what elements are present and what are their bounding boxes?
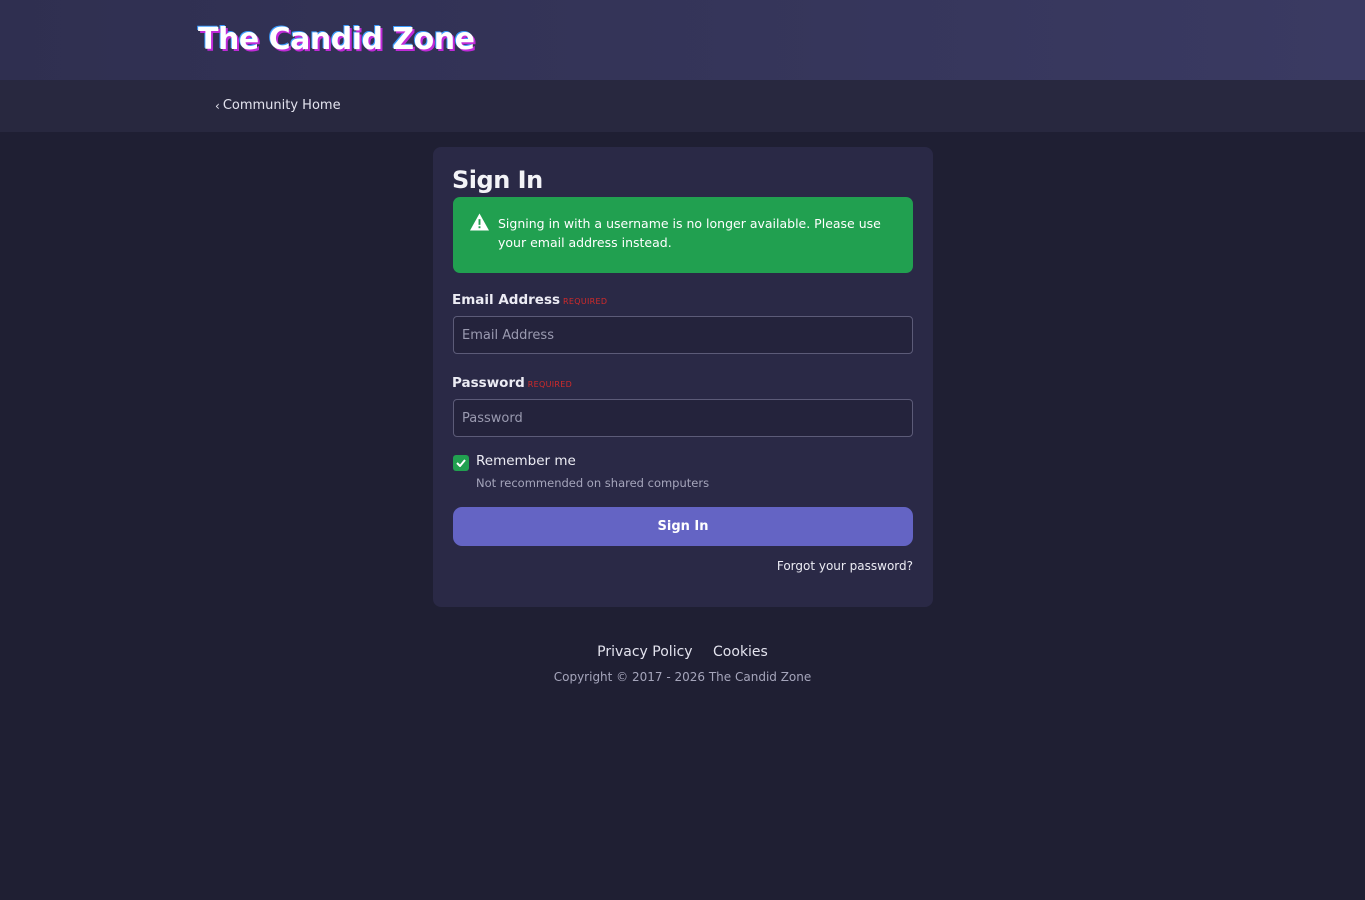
alert-message: Signing in with a username is no longer … — [498, 216, 881, 250]
sub-navigation-bar — [0, 80, 1365, 132]
site-logo[interactable]: The Candid Zone — [198, 22, 475, 57]
footer-links: Privacy Policy Cookies — [0, 644, 1365, 660]
warning-triangle-icon — [470, 213, 489, 231]
email-label: Email Address REQUIRED — [452, 292, 607, 308]
community-home-link[interactable]: ‹ Community Home — [215, 98, 341, 113]
email-label-text: Email Address — [452, 292, 561, 308]
email-required-badge: REQUIRED — [563, 297, 608, 306]
password-label: Password REQUIRED — [452, 375, 572, 391]
page-title: Sign In — [452, 166, 543, 194]
cookies-link[interactable]: Cookies — [713, 644, 768, 660]
remember-me-checkbox[interactable] — [453, 455, 469, 471]
email-field[interactable] — [453, 316, 913, 354]
privacy-policy-link[interactable]: Privacy Policy — [597, 644, 692, 660]
remember-me-label[interactable]: Remember me — [476, 453, 576, 469]
check-icon — [456, 459, 466, 467]
forgot-password-link[interactable]: Forgot your password? — [760, 559, 913, 573]
sign-in-button[interactable]: Sign In — [453, 507, 913, 546]
password-required-badge: REQUIRED — [527, 380, 573, 389]
remember-me-hint: Not recommended on shared computers — [476, 476, 710, 490]
chevron-left-icon: ‹ — [215, 98, 220, 113]
community-home-label: Community Home — [222, 98, 341, 113]
copyright-text: Copyright © 2017 - 2026 The Candid Zone — [553, 670, 812, 684]
password-field[interactable] — [453, 399, 913, 437]
password-label-text: Password — [452, 375, 525, 391]
